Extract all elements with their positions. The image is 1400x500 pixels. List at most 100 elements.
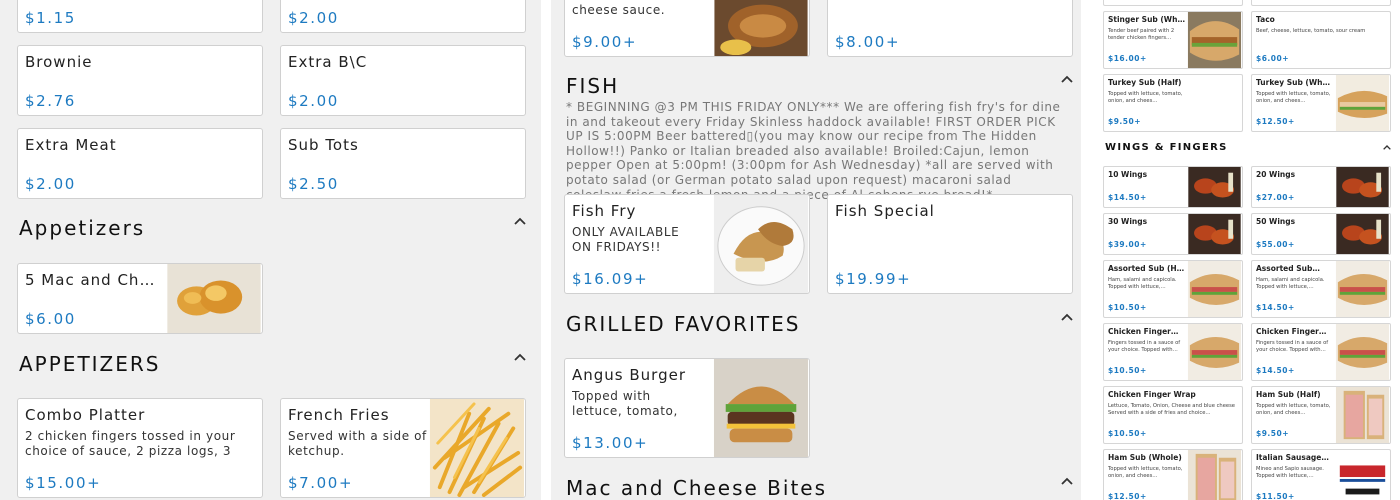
item-price: $2.76 bbox=[25, 92, 76, 110]
item-description: Ham, salami and capicola. Topped with le… bbox=[1256, 277, 1325, 290]
menu-item-card[interactable] bbox=[1103, 0, 1243, 6]
item-title: Turkey Sub (Half) bbox=[1108, 78, 1182, 87]
item-description: Topped with lettuce, tomato, onion, and … bbox=[1108, 466, 1183, 479]
item-price: $10.50+ bbox=[1108, 429, 1147, 438]
menu-item-ham-sub-half[interactable]: Ham Sub (Half) Topped with lettuce, toma… bbox=[1251, 386, 1391, 444]
chevron-up-icon[interactable] bbox=[511, 349, 529, 367]
item-description: Tender beef paired with 2 tender chicken… bbox=[1108, 28, 1175, 41]
french-fries-image bbox=[429, 399, 525, 497]
menu-item-card[interactable]: $1.15 bbox=[17, 0, 263, 33]
menu-item-taco[interactable]: Taco Beef, cheese, lettuce, tomato, sour… bbox=[1251, 11, 1391, 69]
item-price: $1.15 bbox=[25, 9, 76, 27]
menu-item-stinger-sub[interactable]: Stinger Sub (Whole) Tender beef paired w… bbox=[1103, 11, 1243, 69]
item-title: 30 Wings bbox=[1108, 217, 1148, 226]
item-title: Combo Platter bbox=[25, 406, 146, 424]
item-price: $16.09+ bbox=[572, 270, 649, 288]
wings-image bbox=[1188, 214, 1241, 254]
menu-item-card[interactable]: $2.00 bbox=[280, 0, 526, 33]
item-title: Fish Fry bbox=[572, 202, 637, 220]
menu-item-assorted-sub-whole[interactable]: Assorted Sub… Ham, salami and capicola. … bbox=[1251, 260, 1391, 318]
menu-item-50-wings[interactable]: 50 Wings $55.00+ bbox=[1251, 213, 1391, 255]
item-price: $19.99+ bbox=[835, 270, 912, 288]
wings-image bbox=[1336, 167, 1389, 207]
item-price: $6.00 bbox=[25, 310, 76, 328]
item-price: $2.00 bbox=[25, 175, 76, 193]
item-title: Stinger Sub (Whole) bbox=[1108, 15, 1186, 24]
item-title: Assorted Sub (Half) bbox=[1108, 264, 1186, 273]
menu-item-10-wings[interactable]: 10 Wings $14.50+ bbox=[1103, 166, 1243, 208]
menu-item-mac-bites[interactable]: 5 Mac and Cheese Bites $6.00 bbox=[17, 263, 263, 334]
item-title: Sub Tots bbox=[288, 136, 359, 154]
menu-item-italian-sausage[interactable]: Italian Sausage… Mineo and Sapio sausage… bbox=[1251, 449, 1391, 500]
mineo-sapio-logo bbox=[1335, 450, 1390, 500]
menu-item-card[interactable]: cheese sauce. $9.00+ bbox=[564, 0, 810, 57]
item-title: Chicken Finger… bbox=[1108, 327, 1179, 336]
item-title: French Fries bbox=[288, 406, 390, 424]
item-price: $55.00+ bbox=[1256, 240, 1295, 249]
menu-item-fish-special[interactable]: Fish Special $19.99+ bbox=[827, 194, 1073, 294]
menu-item-combo-platter[interactable]: Combo Platter 2 chicken fingers tossed i… bbox=[17, 398, 263, 498]
item-price: $27.00+ bbox=[1256, 193, 1295, 202]
item-title: Ham Sub (Half) bbox=[1256, 390, 1321, 399]
menu-column-middle: cheese sauce. $9.00+ $8.00+ FISH * BEGIN… bbox=[551, 0, 1081, 500]
menu-item-card[interactable] bbox=[1251, 0, 1391, 6]
menu-item-assorted-sub-half[interactable]: Assorted Sub (Half) Ham, salami and capi… bbox=[1103, 260, 1243, 318]
item-title: Assorted Sub… bbox=[1256, 264, 1320, 273]
menu-item-20-wings[interactable]: 20 Wings $27.00+ bbox=[1251, 166, 1391, 208]
pretzel-image bbox=[714, 0, 808, 56]
menu-item-turkey-sub-whole[interactable]: Turkey Sub (Whole) Topped with lettuce, … bbox=[1251, 74, 1391, 132]
fish-section-description: * BEGINNING @3 PM THIS FRIDAY ONLY*** We… bbox=[566, 100, 1061, 202]
item-description: Topped with lettuce, tomato, onion, and … bbox=[1256, 403, 1331, 416]
item-title: 10 Wings bbox=[1108, 170, 1148, 179]
ham-sub-image bbox=[1187, 450, 1242, 500]
menu-item-chicken-finger-sub-half[interactable]: Chicken Finger… Fingers tossed in a sauc… bbox=[1103, 323, 1243, 381]
section-heading-mac-and-cheese-bites: Mac and Cheese Bites bbox=[566, 476, 828, 500]
sub-image bbox=[1335, 261, 1390, 317]
item-price: $12.50+ bbox=[1108, 492, 1147, 500]
section-heading-appetizers-upper: APPETIZERS bbox=[19, 352, 161, 376]
menu-item-card[interactable]: $8.00+ bbox=[827, 0, 1073, 57]
item-price: $10.50+ bbox=[1108, 366, 1147, 375]
chevron-up-icon[interactable] bbox=[1381, 139, 1393, 151]
ham-sub-image bbox=[1335, 387, 1390, 443]
menu-item-angus-burger[interactable]: Angus Burger Topped with lettuce, tomato… bbox=[564, 358, 810, 458]
item-title: Fish Special bbox=[835, 202, 935, 220]
item-description: Fingers tossed in a sauce of your choice… bbox=[1108, 340, 1181, 353]
item-price: $11.50+ bbox=[1256, 492, 1295, 500]
item-title: Chicken Finger Wrap bbox=[1108, 390, 1196, 399]
menu-item-fish-fry[interactable]: Fish Fry ONLY AVAILABLE ON FRIDAYS!! (AN… bbox=[564, 194, 810, 294]
item-description: ONLY AVAILABLE ON FRIDAYS!! (AND ASH… bbox=[572, 225, 680, 254]
item-description: Topped with lettuce, tomato, onion, and … bbox=[1256, 91, 1331, 104]
item-price: $9.50+ bbox=[1256, 429, 1290, 438]
item-description: 2 chicken fingers tossed in your choice … bbox=[25, 429, 236, 458]
item-price: $16.00+ bbox=[1108, 54, 1147, 63]
sub-image bbox=[1335, 324, 1390, 380]
chevron-up-icon[interactable] bbox=[511, 213, 529, 231]
section-heading-grilled-favorites: GRILLED FAVORITES bbox=[566, 312, 801, 336]
menu-item-french-fries[interactable]: French Fries Served with a side of ketch… bbox=[280, 398, 526, 498]
item-title: Extra B\C bbox=[288, 53, 368, 71]
item-title: Chicken Finger… bbox=[1256, 327, 1327, 336]
chevron-up-icon[interactable] bbox=[1058, 309, 1076, 327]
item-description: Topped with lettuce, tomato, onion, and … bbox=[1108, 91, 1183, 104]
item-price: $6.00+ bbox=[1256, 54, 1290, 63]
menu-item-sub-tots[interactable]: Sub Tots $2.50 bbox=[280, 128, 526, 199]
menu-item-ham-sub-whole[interactable]: Ham Sub (Whole) Topped with lettuce, tom… bbox=[1103, 449, 1243, 500]
item-price: $9.00+ bbox=[572, 33, 638, 51]
chevron-up-icon[interactable] bbox=[1058, 71, 1076, 89]
sub-image bbox=[1187, 261, 1242, 317]
item-title: 50 Wings bbox=[1256, 217, 1296, 226]
item-title: Italian Sausage… bbox=[1256, 453, 1329, 462]
chevron-up-icon[interactable] bbox=[1058, 473, 1076, 491]
menu-item-30-wings[interactable]: 30 Wings $39.00+ bbox=[1103, 213, 1243, 255]
menu-item-brownie[interactable]: Brownie $2.76 bbox=[17, 45, 263, 116]
item-price: $10.50+ bbox=[1108, 303, 1147, 312]
menu-item-extra-meat[interactable]: Extra Meat $2.00 bbox=[17, 128, 263, 199]
item-title: Brownie bbox=[25, 53, 93, 71]
menu-item-chicken-finger-sub-whole[interactable]: Chicken Finger… Fingers tossed in a sauc… bbox=[1251, 323, 1391, 381]
menu-item-extra-bc[interactable]: Extra B\C $2.00 bbox=[280, 45, 526, 116]
menu-item-chicken-finger-wrap[interactable]: Chicken Finger Wrap Lettuce, Tomato, Oni… bbox=[1103, 386, 1243, 444]
menu-item-turkey-sub-half[interactable]: Turkey Sub (Half) Topped with lettuce, t… bbox=[1103, 74, 1243, 132]
sub-image bbox=[1187, 12, 1242, 68]
item-title: Angus Burger bbox=[572, 366, 686, 384]
